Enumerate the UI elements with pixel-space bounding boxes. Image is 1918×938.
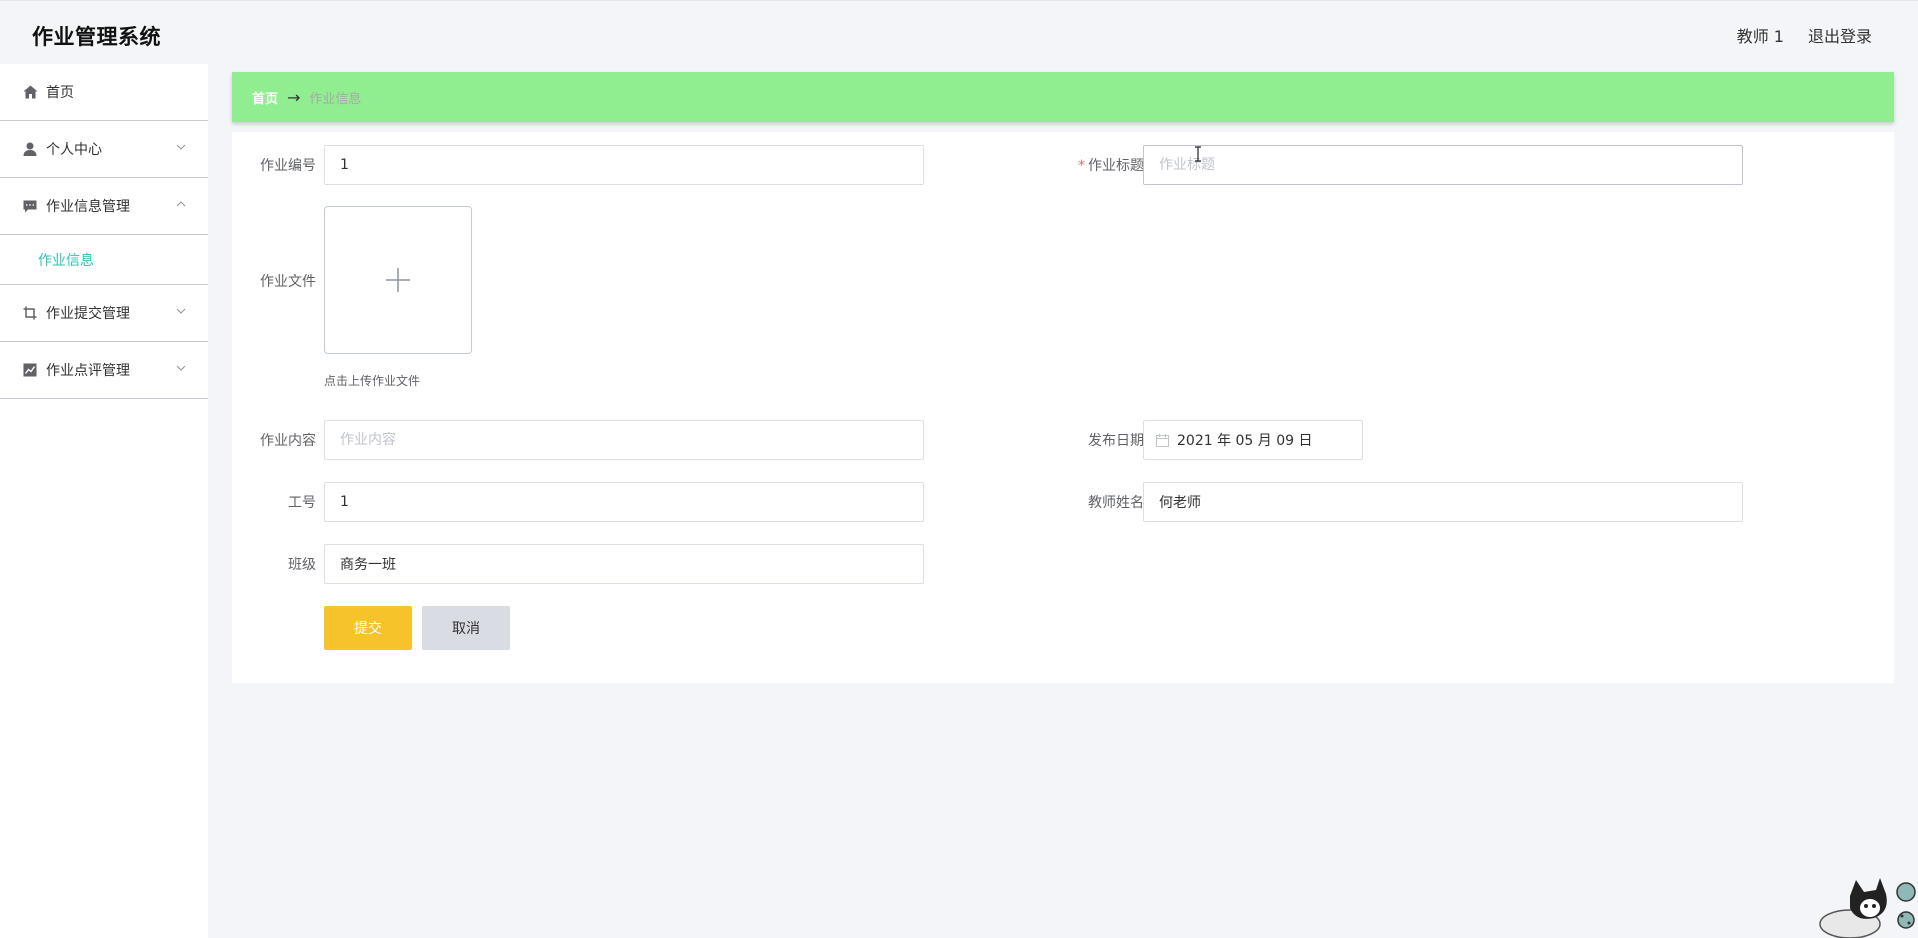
top-header: 作业管理系统 教师 1 退出登录 <box>0 0 1918 64</box>
publish-date-label: 发布日期 <box>1088 433 1144 449</box>
sidebar-item-review-management[interactable]: 作业点评管理 <box>0 342 208 399</box>
chart-icon <box>22 362 38 378</box>
staff-id-label: 工号 <box>288 495 316 511</box>
hw-file-label: 作业文件 <box>260 274 316 290</box>
text-cursor-icon <box>1195 146 1201 162</box>
user-area: 教师 1 退出登录 <box>1737 23 1872 47</box>
class-label: 班级 <box>288 557 316 573</box>
breadcrumb-current: 作业信息 <box>309 91 362 107</box>
home-icon <box>22 84 38 100</box>
breadcrumb: 首页 → 作业信息 <box>232 72 1894 122</box>
sidebar-item-home[interactable]: 首页 <box>0 64 208 121</box>
chevron-up-icon <box>176 201 186 207</box>
submit-button[interactable]: 提交 <box>324 606 412 650</box>
hw-number-input[interactable] <box>324 145 924 185</box>
sidebar-item-profile[interactable]: 个人中心 <box>0 121 208 178</box>
teacher-name-input[interactable] <box>1143 482 1743 522</box>
staff-id-input[interactable] <box>324 482 924 522</box>
hw-title-label: * 作业标题 <box>1044 155 1144 175</box>
hw-number-label: 作业编号 <box>260 158 316 174</box>
publish-date-value: 2021 年 05 月 09 日 <box>1177 433 1313 449</box>
sidebar: 首页 个人中心 作业信息管理 作业信息 作业提交管理 作业点评管理 <box>0 64 208 938</box>
hw-title-label-text: 作业标题 <box>1088 158 1144 174</box>
crop-icon <box>22 305 38 321</box>
sidebar-item-submission-management[interactable]: 作业提交管理 <box>0 285 208 342</box>
upload-tip: 点击上传作业文件 <box>324 374 421 388</box>
sidebar-item-homework-info-management[interactable]: 作业信息管理 <box>0 178 208 235</box>
user-icon <box>22 141 38 157</box>
breadcrumb-home[interactable]: 首页 <box>252 88 278 107</box>
calendar-icon <box>1156 433 1169 447</box>
hw-content-label: 作业内容 <box>260 433 316 449</box>
homework-form: 作业编号 *作业标题 作业文件 点击上传作业文件 作业内容 发布日期 2021 … <box>232 132 1894 683</box>
logout-link[interactable]: 退出登录 <box>1808 23 1872 47</box>
required-mark: * <box>1078 158 1085 174</box>
sidebar-item-label: 作业提交管理 <box>46 306 130 322</box>
breadcrumb-separator: → <box>287 87 301 107</box>
chat-icon <box>22 198 38 214</box>
hw-content-input[interactable] <box>324 420 924 460</box>
sidebar-subitem-homework-info[interactable]: 作业信息 <box>0 235 208 285</box>
mascot-cat-icon <box>1819 878 1916 938</box>
sidebar-item-label: 作业信息管理 <box>46 199 130 215</box>
chevron-down-icon <box>176 365 186 371</box>
current-user[interactable]: 教师 1 <box>1737 23 1784 47</box>
cancel-button[interactable]: 取消 <box>422 606 510 650</box>
class-input[interactable] <box>324 544 924 584</box>
publish-date-picker[interactable]: 2021 年 05 月 09 日 <box>1143 420 1363 460</box>
teacher-name-label: 教师姓名 <box>1088 495 1144 511</box>
sidebar-item-label: 作业点评管理 <box>46 363 130 379</box>
sidebar-item-label: 首页 <box>46 85 74 101</box>
app-title: 作业管理系统 <box>32 25 161 49</box>
sidebar-item-label: 个人中心 <box>46 142 102 158</box>
plus-icon <box>386 268 410 292</box>
chevron-down-icon <box>176 308 186 314</box>
chevron-down-icon <box>176 144 186 150</box>
hw-title-input[interactable] <box>1143 145 1743 185</box>
file-upload-box[interactable] <box>324 206 472 354</box>
